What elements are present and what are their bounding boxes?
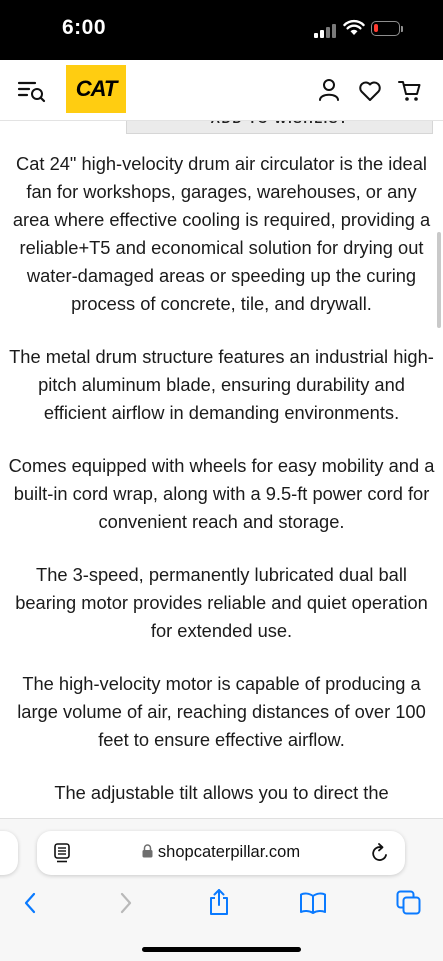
status-bar: 6:00 xyxy=(0,0,443,60)
lock-icon xyxy=(142,844,153,858)
share-icon[interactable] xyxy=(207,888,231,916)
description-paragraph: Comes equipped with wheels for easy mobi… xyxy=(8,455,435,532)
scrollbar[interactable] xyxy=(437,232,441,328)
description-paragraph: The metal drum structure features an ind… xyxy=(9,346,434,423)
address-bar[interactable]: shopcaterpillar.com xyxy=(37,831,405,875)
description-paragraph: Cat 24" high-velocity drum air circulato… xyxy=(12,153,431,314)
menu-search-icon[interactable] xyxy=(17,79,47,103)
product-description: Cat 24" high-velocity drum air circulato… xyxy=(0,150,443,832)
chevron-right-icon[interactable] xyxy=(118,891,134,915)
battery-cap xyxy=(401,26,403,32)
previous-tab-pill[interactable] xyxy=(0,831,18,875)
wifi-icon xyxy=(343,19,365,35)
description-paragraph: The high-velocity motor is capable of pr… xyxy=(17,673,426,750)
book-icon[interactable] xyxy=(299,892,327,914)
cat-logo[interactable]: CAT xyxy=(66,65,126,113)
chevron-left-icon[interactable] xyxy=(22,891,38,915)
status-time: 6:00 xyxy=(62,16,107,39)
tabs-icon[interactable] xyxy=(396,890,422,916)
home-indicator[interactable] xyxy=(142,947,301,952)
logo-text: CAT xyxy=(75,76,118,101)
reload-icon[interactable] xyxy=(370,842,390,864)
battery-icon xyxy=(371,21,400,36)
heart-icon[interactable] xyxy=(358,80,382,102)
user-icon[interactable] xyxy=(318,78,340,102)
description-paragraph: The adjustable tilt allows you to direct… xyxy=(54,782,389,803)
site-header: CAT xyxy=(0,60,443,121)
url-display: shopcaterpillar.com xyxy=(37,843,405,862)
browser-toolbar: shopcaterpillar.com xyxy=(0,818,443,961)
description-paragraph: The 3-speed, permanently lubricated dual… xyxy=(15,564,428,641)
cellular-signal-icon xyxy=(314,24,336,38)
url-text: shopcaterpillar.com xyxy=(157,843,301,861)
cart-icon[interactable] xyxy=(398,79,422,103)
